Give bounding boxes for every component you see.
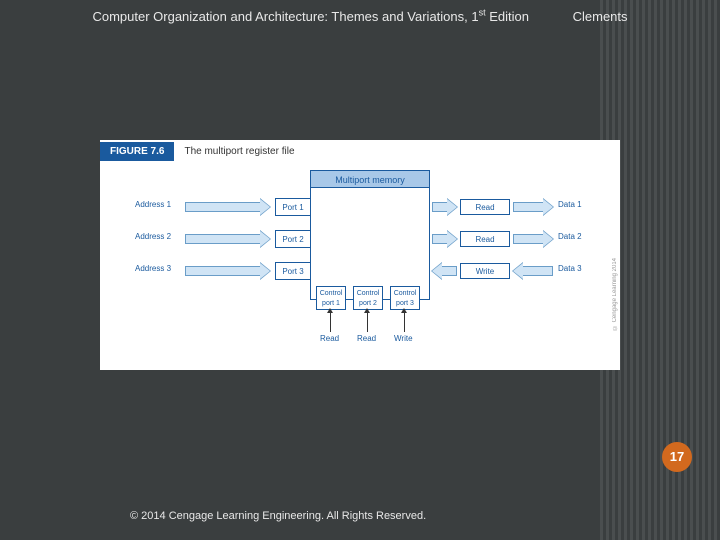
rw-box-3: Write <box>460 263 510 279</box>
address-label-3: Address 3 <box>135 264 171 273</box>
ctrl-label-2: Read <box>357 334 376 343</box>
book-title: Computer Organization and Architecture: … <box>92 9 532 24</box>
copyright-text: © 2014 Cengage Learning Engineering. All… <box>130 510 426 522</box>
author-name: Clements <box>573 9 628 24</box>
address-label-2: Address 2 <box>135 232 171 241</box>
ctrl-arrow-1 <box>330 312 331 332</box>
ctrl-port-2: Control port 2 <box>353 286 383 310</box>
arrow-addr-2 <box>185 231 270 247</box>
port-box-3: Port 3 <box>275 262 311 280</box>
ctrl-arrow-3 <box>404 312 405 332</box>
figure-caption: The multiport register file <box>184 146 294 157</box>
data-label-2: Data 2 <box>558 232 582 241</box>
ctrl-port-3: Control port 3 <box>390 286 420 310</box>
arrow-mid-2 <box>432 231 457 247</box>
ctrl-port-1: Control port 1 <box>316 286 346 310</box>
figure-container: FIGURE 7.6 The multiport register file M… <box>100 140 620 370</box>
figure-header: FIGURE 7.6 The multiport register file <box>100 140 295 162</box>
port-box-1: Port 1 <box>275 198 311 216</box>
rw-box-2: Read <box>460 231 510 247</box>
rw-box-1: Read <box>460 199 510 215</box>
address-label-1: Address 1 <box>135 200 171 209</box>
multiport-memory-box: Multiport memory <box>310 170 430 300</box>
memory-title: Multiport memory <box>310 170 430 188</box>
data-label-1: Data 1 <box>558 200 582 209</box>
title-pre: Computer Organization and Architecture: … <box>92 9 478 24</box>
ctrl-label-1: Read <box>320 334 339 343</box>
arrow-mid-3 <box>432 263 457 279</box>
title-sup: st <box>479 8 486 18</box>
arrow-mid-1 <box>432 199 457 215</box>
diagram: Multiport memory Port 1 Port 2 Port 3 Co… <box>100 170 620 350</box>
arrow-data-1 <box>513 199 553 215</box>
data-label-3: Data 3 <box>558 264 582 273</box>
title-post: Edition <box>486 9 529 24</box>
arrow-addr-3 <box>185 263 270 279</box>
arrow-data-3 <box>513 263 553 279</box>
figure-tag: FIGURE 7.6 <box>100 142 174 161</box>
arrow-data-2 <box>513 231 553 247</box>
ctrl-label-3: Write <box>394 334 413 343</box>
port-box-2: Port 2 <box>275 230 311 248</box>
arrow-addr-1 <box>185 199 270 215</box>
figure-credit: © Cengage Learning 2014 <box>612 258 618 330</box>
ctrl-arrow-2 <box>367 312 368 332</box>
page-number-badge: 17 <box>662 442 692 472</box>
slide-header: Computer Organization and Architecture: … <box>0 8 720 24</box>
